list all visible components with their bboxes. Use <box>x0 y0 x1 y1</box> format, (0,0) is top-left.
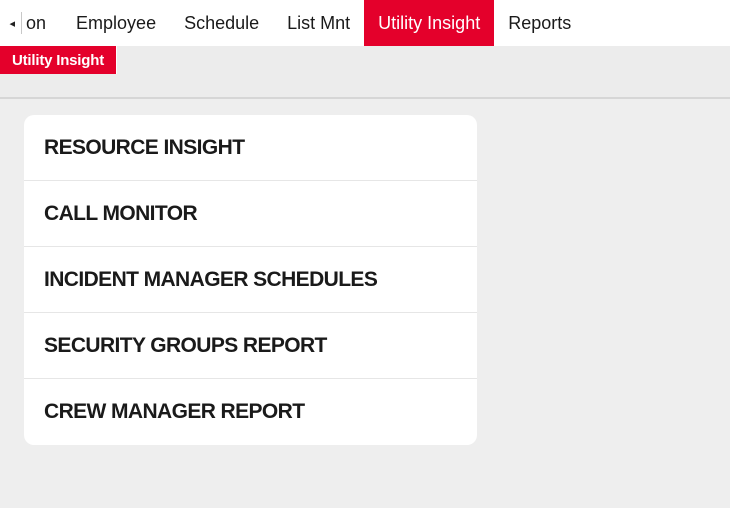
menu-item-resource-insight[interactable]: RESOURCE INSIGHT <box>24 115 477 181</box>
menu-item-incident-manager-schedules[interactable]: INCIDENT MANAGER SCHEDULES <box>24 247 477 313</box>
subtab-utility-insight[interactable]: Utility Insight <box>0 46 117 74</box>
tab-on[interactable]: on <box>22 0 62 46</box>
menu-item-call-monitor[interactable]: CALL MONITOR <box>24 181 477 247</box>
tab-utility-insight[interactable]: Utility Insight <box>364 0 495 46</box>
utility-insight-menu: RESOURCE INSIGHT CALL MONITOR INCIDENT M… <box>24 115 477 445</box>
sub-navigation: Utility Insight <box>0 46 730 99</box>
tab-reports[interactable]: Reports <box>494 0 585 46</box>
top-navigation: ◂ on Employee Schedule List Mnt Utility … <box>0 0 730 46</box>
menu-item-security-groups-report[interactable]: SECURITY GROUPS REPORT <box>24 313 477 379</box>
tab-employee[interactable]: Employee <box>62 0 170 46</box>
tab-schedule[interactable]: Schedule <box>170 0 273 46</box>
tab-list-mnt[interactable]: List Mnt <box>273 0 364 46</box>
menu-item-crew-manager-report[interactable]: CREW MANAGER REPORT <box>24 379 477 445</box>
scroll-left-icon[interactable]: ◂ <box>0 12 22 34</box>
